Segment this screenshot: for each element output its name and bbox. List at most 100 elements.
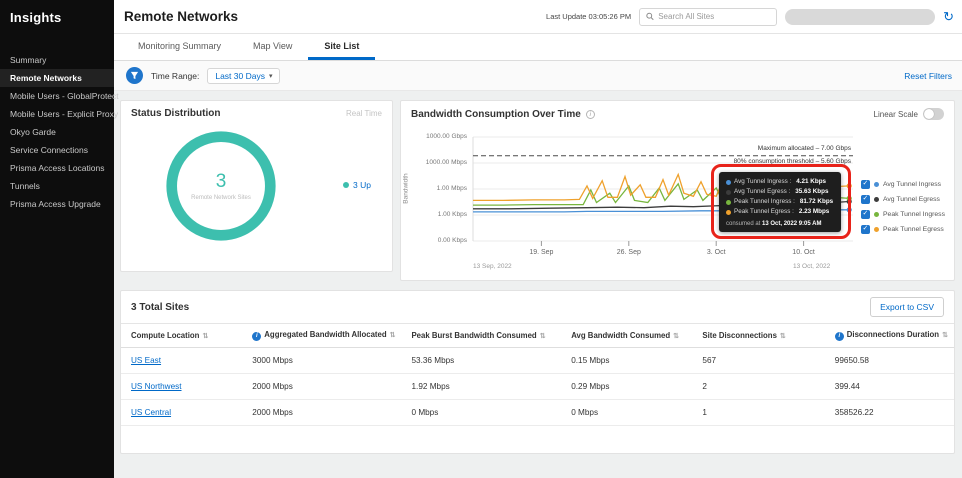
tooltip-timestamp: 13 Oct, 2022 9:05 AM	[762, 221, 822, 227]
export-csv-button[interactable]: Export to CSV	[870, 297, 944, 317]
up-count-label: 3 Up	[353, 180, 371, 190]
cell: 99650.58	[824, 347, 954, 374]
up-status-dot	[343, 182, 349, 188]
status-card-title: Status Distribution	[131, 108, 221, 119]
sidebar-nav: Summary Remote Networks Mobile Users - G…	[0, 51, 119, 213]
x-range-end: 13 Oct, 2022	[793, 263, 831, 270]
tab-monitoring-summary[interactable]: Monitoring Summary	[122, 34, 237, 60]
table-row: US Northwest 2000 Mbps 1.92 Mbps 0.29 Mb…	[121, 373, 954, 400]
site-link-us-northwest[interactable]: US Northwest	[131, 382, 182, 391]
legend-label: Peak Tunnel Egress	[883, 226, 944, 233]
cell: 0 Mbps	[401, 399, 562, 426]
cell: 399.44	[824, 373, 954, 400]
sort-icon[interactable]: ⇅	[780, 333, 786, 340]
cell: 1	[692, 399, 825, 426]
bandwidth-card-header: Bandwidth Consumption Over Time i Linear…	[401, 101, 954, 125]
cell: 0.15 Mbps	[561, 347, 693, 374]
cell: 2000 Mbps	[242, 399, 402, 426]
x-axis-tick: 26. Sep	[616, 249, 641, 256]
sort-icon[interactable]: ⇅	[202, 333, 208, 340]
tab-site-list[interactable]: Site List	[308, 34, 376, 60]
sidebar-item-mobile-users-globalprotect[interactable]: Mobile Users - GlobalProtect	[0, 87, 119, 105]
table-header-bar: 3 Total Sites Export to CSV	[121, 291, 954, 323]
column-label: Disconnections Duration	[846, 330, 940, 339]
time-range-value: Last 30 Days	[215, 70, 265, 81]
refresh-icon[interactable]: ↻	[943, 10, 954, 23]
column-label: Compute Location	[131, 331, 200, 340]
time-range-label: Time Range:	[151, 70, 200, 81]
legend-item-avg-tunnel-egress[interactable]: Avg Tunnel Egress	[861, 192, 945, 207]
sidebar-item-summary[interactable]: Summary	[0, 51, 114, 69]
toggle-knob	[924, 109, 934, 119]
checkbox-checked-icon[interactable]	[861, 179, 870, 189]
sort-icon[interactable]: ⇅	[390, 332, 396, 339]
checkbox-checked-icon[interactable]	[861, 209, 870, 219]
legend-item-avg-tunnel-ingress[interactable]: Avg Tunnel Ingress	[861, 177, 945, 192]
page-title: Remote Networks	[124, 9, 239, 24]
tooltip-footer: consumed at 13 Oct, 2022 9:05 AM	[726, 220, 834, 228]
y-axis-tick: 1.00 Mbps	[436, 185, 467, 192]
column-label: Site Disconnections	[702, 331, 777, 340]
col-compute-location[interactable]: Compute Location ⇅	[121, 323, 243, 348]
peak-tunnel-ingress-dot	[874, 212, 879, 217]
cell: 567	[692, 347, 825, 374]
search-box[interactable]	[639, 7, 778, 26]
cell: 2	[692, 373, 825, 400]
x-axis-ticks: 19. Sep 26. Sep 3. Oct 10. Oct	[473, 249, 853, 259]
site-link-us-central[interactable]: US Central	[131, 408, 171, 417]
col-disconnections-duration[interactable]: i Disconnections Duration ⇅	[824, 323, 954, 348]
cell: 3000 Mbps	[242, 347, 402, 374]
sort-icon[interactable]: ⇅	[942, 332, 948, 339]
sidebar-item-mobile-users-explicit-proxy[interactable]: Mobile Users - Explicit Proxy	[0, 105, 118, 123]
legend-label: Avg Tunnel Ingress	[883, 181, 942, 188]
y-axis-tick: 0.00 Kbps	[437, 237, 467, 244]
checkbox-checked-icon[interactable]	[861, 224, 870, 234]
x-range-start: 13 Sep, 2022	[473, 263, 512, 270]
search-icon	[646, 12, 654, 21]
info-icon[interactable]: i	[834, 332, 844, 341]
tooltip-series-value: 2.23 Mbps	[798, 208, 830, 215]
cell: 0.29 Mbps	[561, 373, 693, 400]
filter-button[interactable]	[126, 67, 143, 84]
sidebar-item-prisma-access-upgrade[interactable]: Prisma Access Upgrade	[0, 195, 114, 213]
tooltip-row: Peak Tunnel Ingress 81.72 Kbps	[726, 197, 834, 207]
site-link-us-east[interactable]: US East	[131, 356, 161, 365]
col-peak-burst-bandwidth-consumed[interactable]: Peak Burst Bandwidth Consumed ⇅	[401, 323, 562, 348]
col-site-disconnections[interactable]: Site Disconnections ⇅	[692, 323, 825, 348]
tooltip-consumed-label: consumed at	[726, 221, 761, 227]
status-legend-up[interactable]: 3 Up	[343, 180, 371, 190]
content: Status Distribution Real Time 3 Remote N…	[114, 91, 962, 478]
consumption-threshold-label: 80% consumption threshold – 5.60 Gbps	[733, 158, 851, 165]
last-update-text: Last Update 03:05:26 PM	[546, 12, 632, 21]
sidebar: Insights Summary Remote Networks Mobile …	[0, 0, 119, 478]
sidebar-item-remote-networks[interactable]: Remote Networks	[0, 69, 114, 87]
cell: 2000 Mbps	[242, 373, 402, 400]
table-header-row: Compute Location ⇅ i Aggregated Bandwidth …	[121, 323, 954, 348]
tooltip-row: Peak Tunnel Egress 2.23 Mbps	[726, 207, 834, 217]
info-icon[interactable]: i	[585, 109, 595, 119]
sidebar-item-okyo-garde[interactable]: Okyo Garde	[0, 123, 114, 141]
sort-icon[interactable]: ⇅	[540, 333, 546, 340]
sidebar-item-prisma-access-locations[interactable]: Prisma Access Locations	[0, 159, 114, 177]
legend-item-peak-tunnel-egress[interactable]: Peak Tunnel Egress	[861, 222, 945, 237]
y-axis-tick: 1000.00 Mbps	[425, 159, 467, 166]
time-range-dropdown[interactable]: Last 30 Days ▾	[207, 67, 281, 84]
col-avg-bandwidth-consumed[interactable]: Avg Bandwidth Consumed ⇅	[561, 323, 693, 348]
status-donut-area: 3 Remote Network Sites 3 Up	[121, 124, 392, 264]
bandwidth-card: Bandwidth Consumption Over Time i Linear…	[400, 100, 955, 281]
info-icon[interactable]: i	[252, 332, 262, 341]
sidebar-item-tunnels[interactable]: Tunnels	[0, 177, 114, 195]
sort-icon[interactable]: ⇅	[673, 333, 679, 340]
linear-scale-toggle[interactable]	[923, 108, 944, 120]
legend-item-peak-tunnel-ingress[interactable]: Peak Tunnel Ingress	[861, 207, 945, 222]
sidebar-item-service-connections[interactable]: Service Connections	[0, 141, 114, 159]
search-input[interactable]	[658, 12, 771, 21]
status-donut-chart[interactable]	[163, 128, 279, 244]
reset-filters-link[interactable]: Reset Filters	[904, 71, 952, 81]
tab-map-view[interactable]: Map View	[237, 34, 308, 60]
col-aggregated-bandwidth-allocated[interactable]: i Aggregated Bandwidth Allocated ⇅	[242, 323, 402, 348]
redacted-account-pill	[785, 8, 936, 25]
main-area: Remote Networks Last Update 03:05:26 PM …	[114, 0, 962, 478]
column-label: Avg Bandwidth Consumed	[571, 331, 671, 340]
checkbox-checked-icon[interactable]	[861, 194, 870, 204]
